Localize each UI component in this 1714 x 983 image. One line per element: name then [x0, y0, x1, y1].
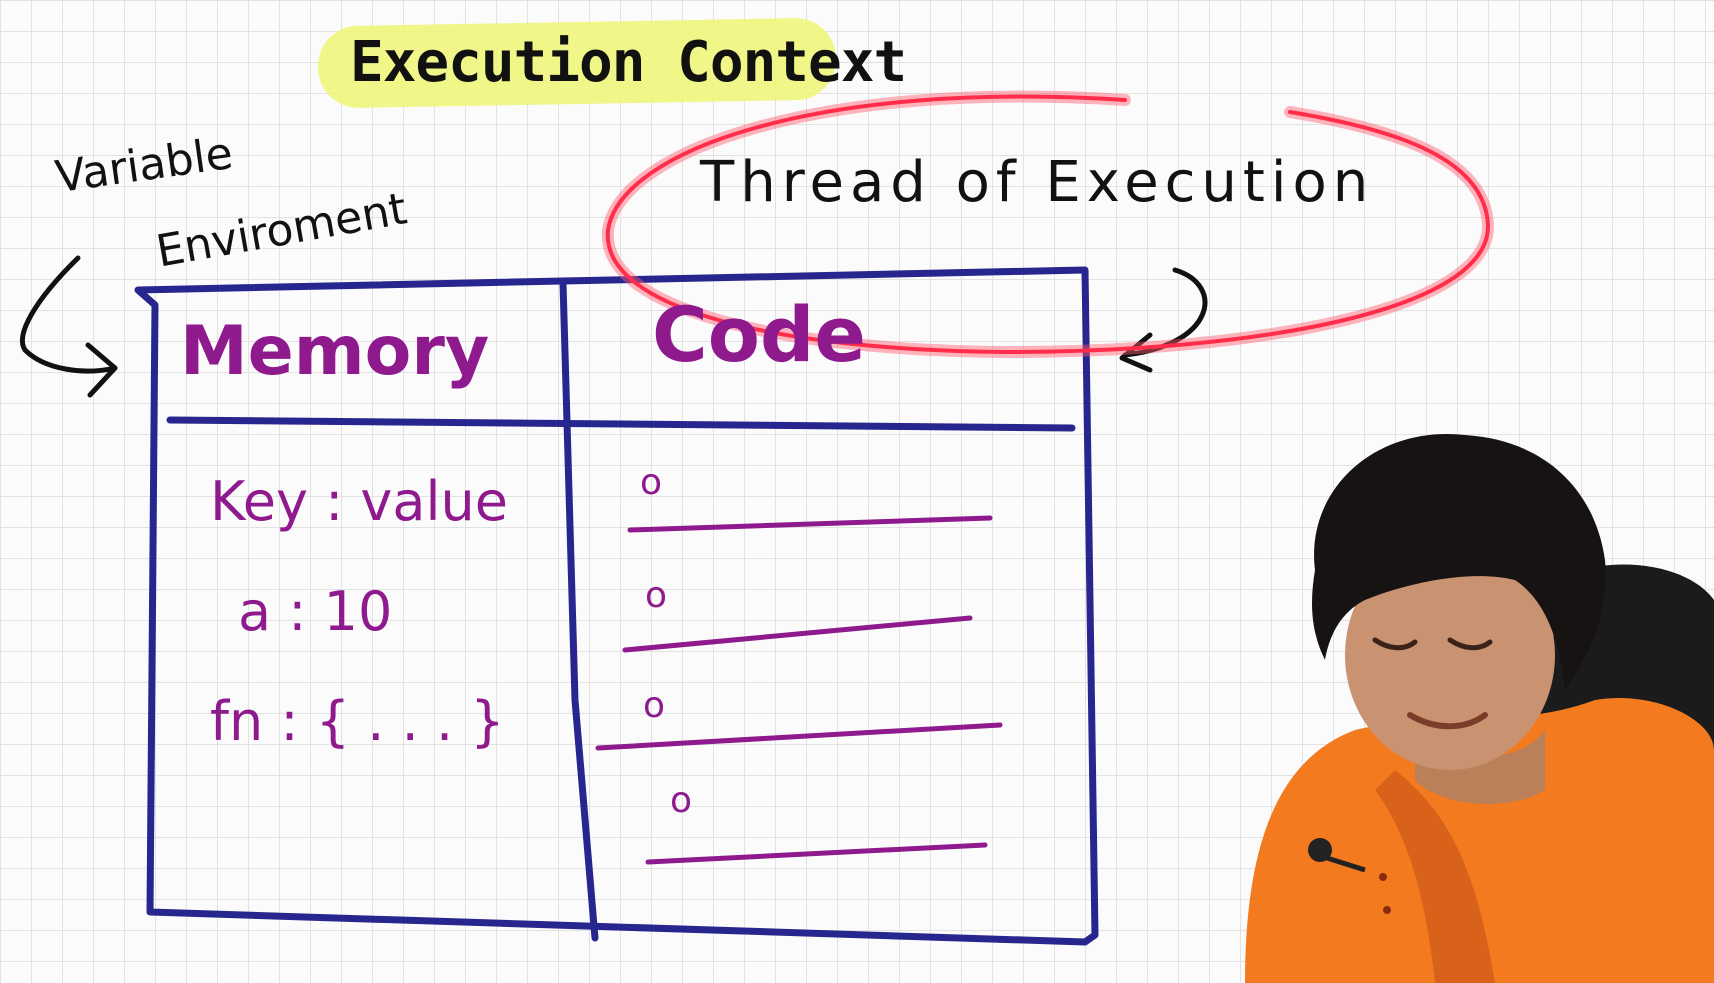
table-column-divider	[559, 279, 599, 942]
code-line-4	[645, 842, 988, 865]
code-line-marker: o	[643, 685, 666, 726]
kurta-button	[1379, 873, 1387, 881]
memory-row: Key : value	[210, 470, 508, 533]
code-line-marker: o	[645, 575, 668, 616]
code-line-1	[627, 515, 993, 533]
code-header: Code	[652, 290, 866, 379]
code-line-3	[595, 722, 1003, 751]
code-line-marker: o	[640, 462, 663, 503]
memory-header: Memory	[180, 312, 490, 391]
memory-row: a : 10	[238, 580, 393, 643]
kurta-button	[1383, 906, 1391, 914]
memory-row: fn : { . . . }	[210, 690, 505, 753]
code-line-2	[622, 615, 973, 653]
table-header-underline	[166, 416, 1076, 432]
code-line-marker: o	[670, 780, 693, 821]
presenter-webcam	[1245, 433, 1714, 983]
